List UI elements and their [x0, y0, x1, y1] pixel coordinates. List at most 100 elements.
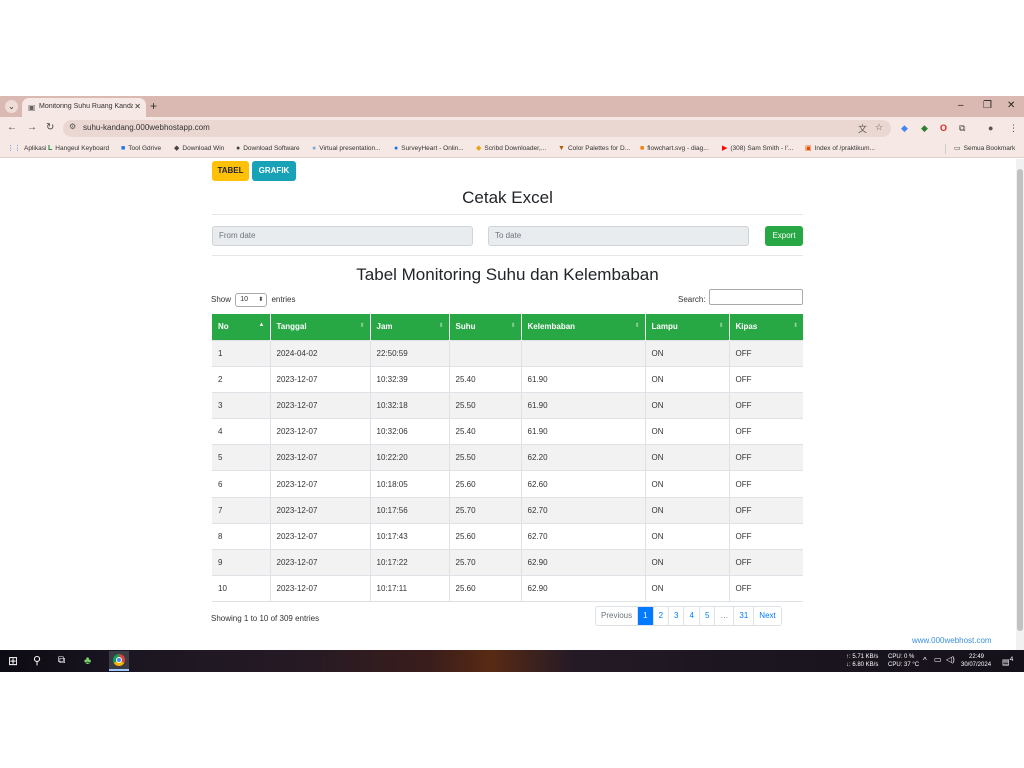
task-view-icon[interactable]: ⧉	[58, 654, 65, 668]
tab-search-icon[interactable]: ⌄	[5, 100, 18, 113]
forward-icon[interactable]: →	[27, 121, 37, 135]
column-header-jam[interactable]: Jam ⬍	[370, 314, 450, 340]
bookmark-item[interactable]: ▶ (308) Sam Smith - I'...	[722, 144, 793, 154]
cell-tanggal: 2023-12-07	[270, 548, 371, 576]
host-watermark[interactable]: www.000webhost.com	[912, 636, 992, 646]
extensions-puzzle-icon[interactable]: ⧉	[959, 122, 965, 134]
profile-avatar-icon[interactable]: ●	[988, 122, 993, 134]
bookmark-item[interactable]: ● Virtual presentation...	[312, 144, 381, 154]
restore-icon[interactable]: ❐	[983, 100, 992, 112]
notification-icon[interactable]: ▤4	[1002, 656, 1013, 667]
pagination-page-2[interactable]: 2	[654, 607, 670, 625]
entries-value: 10	[240, 296, 249, 303]
select-caret-icon: ⬍	[258, 297, 264, 303]
cell-lampu: ON	[645, 496, 730, 524]
divider	[212, 214, 803, 215]
cell-lampu: ON	[645, 365, 730, 393]
cell-no: 5	[212, 444, 271, 471]
show-hidden-icons-icon[interactable]: ^	[923, 657, 927, 665]
bookmark-item[interactable]: ● SurveyHeart - Onlin...	[394, 144, 464, 154]
bookmark-item[interactable]: ■ Tool Gdrive	[121, 144, 161, 154]
column-header-lampu[interactable]: Lampu ⬍	[645, 314, 730, 340]
sort-icon: ⬍	[634, 323, 640, 329]
browser-menu-icon[interactable]: ⋮	[1009, 122, 1018, 134]
close-window-icon[interactable]: ✕	[1007, 100, 1015, 112]
pagination-next[interactable]: Next	[754, 607, 780, 625]
bookmark-item[interactable]: ▣ Index of /praktikum...	[805, 144, 875, 154]
table-row: 2 2023-12-07 10:32:39 25.40 61.90 ON OFF	[212, 365, 803, 393]
cell-kipas: OFF	[729, 391, 803, 419]
address-url: suhu-kandang.000webhostapp.com	[83, 123, 210, 132]
net-upload-speed: ↑: 5.71 KB/s	[846, 654, 879, 660]
network-icon[interactable]: ▭	[934, 656, 942, 664]
search-input[interactable]	[709, 289, 803, 305]
cell-kelembaban: 62.60	[521, 470, 646, 498]
bookmark-item[interactable]: L Hangeul Keyboard	[48, 144, 109, 154]
bookmark-item[interactable]: ◆ Download Win	[174, 144, 224, 154]
bookmark-item[interactable]: ◆ Scribd Downloader,...	[476, 144, 546, 154]
table-row: 6 2023-12-07 10:18:05 25.60 62.60 ON OFF	[212, 470, 803, 498]
cpu-usage: CPU: 0 %	[888, 654, 915, 660]
entries-length-control: Show 10 ⬍ entries	[211, 293, 296, 307]
entries-select[interactable]: 10 ⬍	[235, 293, 268, 307]
cell-kelembaban: 62.20	[521, 444, 646, 471]
opera-extension-icon[interactable]: O	[940, 122, 947, 134]
cell-kipas: OFF	[729, 548, 803, 576]
table-row: 9 2023-12-07 10:17:22 25.70 62.90 ON OFF	[212, 548, 803, 576]
clock-date[interactable]: 30/07/2024	[961, 661, 991, 669]
pagination-page-31[interactable]: 31	[734, 607, 755, 625]
divider	[212, 255, 803, 256]
clock-time[interactable]: 22:49	[969, 653, 984, 661]
cell-kelembaban	[521, 339, 646, 367]
cell-suhu: 25.70	[449, 548, 522, 576]
pagination-previous[interactable]: Previous	[596, 607, 639, 625]
chrome-taskbar-icon[interactable]	[109, 651, 129, 671]
translate-icon[interactable]: 文	[858, 122, 867, 135]
extension-icon[interactable]: ◆	[921, 122, 928, 134]
bookmark-item[interactable]: ⋮⋮ Aplikasi	[7, 144, 46, 154]
pagination-page-1[interactable]: 1	[638, 607, 654, 625]
tab-close-icon[interactable]: ✕	[134, 102, 141, 111]
grafik-button[interactable]: GRAFIK	[252, 161, 296, 181]
cell-jam: 22:50:59	[370, 339, 450, 367]
reload-icon[interactable]: ↻	[46, 121, 54, 135]
scrollbar-thumb[interactable]	[1017, 169, 1023, 631]
volume-icon[interactable]: ◁)	[946, 656, 955, 664]
export-button[interactable]: Export	[765, 226, 803, 246]
search-icon[interactable]: ⚲	[33, 654, 41, 668]
bookmark-item[interactable]: ● Download Software	[236, 144, 300, 154]
clover-app-icon[interactable]: ♣	[84, 654, 91, 668]
monitoring-table: No ▲ Tanggal ⬍ Jam ⬍ Suhu ⬍ Kelembaban ⬍ Lamp…	[212, 314, 803, 603]
pagination: Previous 1 2 3 4 5 … 31 Next	[595, 606, 782, 626]
from-date-input[interactable]: From date	[212, 226, 473, 246]
column-header-tanggal[interactable]: Tanggal ⬍	[270, 314, 371, 340]
pagination-page-4[interactable]: 4	[684, 607, 700, 625]
column-header-suhu[interactable]: Suhu ⬍	[449, 314, 522, 340]
column-header-kelembaban[interactable]: Kelembaban ⬍	[521, 314, 646, 340]
bookmark-item[interactable]: ■ flowchart.svg - diag...	[640, 144, 709, 154]
column-header-no[interactable]: No ▲	[212, 314, 271, 340]
pagination-page-5[interactable]: 5	[700, 607, 716, 625]
bookmark-item[interactable]: ▼ Color Palettes for D...	[558, 144, 630, 154]
sort-icon: ⬍	[510, 323, 516, 329]
to-date-input[interactable]: To date	[488, 226, 749, 246]
cell-kelembaban: 61.90	[521, 418, 646, 445]
new-tab-icon[interactable]: +	[150, 99, 157, 113]
site-info-icon[interactable]: ⚙	[69, 122, 76, 131]
cell-lampu: ON	[645, 391, 730, 419]
minimize-icon[interactable]: –	[958, 100, 964, 112]
tabel-button[interactable]: TABEL	[212, 161, 249, 181]
all-bookmarks-folder[interactable]: ▭ Semua Bookmark	[945, 144, 1015, 154]
bookmark-star-icon[interactable]: ☆	[875, 122, 883, 133]
page-scrollbar[interactable]	[1016, 159, 1024, 650]
cell-jam: 10:22:20	[370, 444, 450, 471]
back-icon[interactable]: ←	[7, 121, 17, 135]
translate-extension-icon[interactable]: ◆	[901, 122, 908, 134]
pagination-page-3[interactable]: 3	[669, 607, 685, 625]
cell-no: 4	[212, 418, 271, 445]
windows-start-icon[interactable]: ⊞	[8, 654, 18, 668]
browser-tab[interactable]: ▣ Monitoring Suhu Ruang Kanda... ✕	[22, 98, 146, 117]
address-bar[interactable]: ⚙ suhu-kandang.000webhostapp.com 文 ☆	[63, 120, 891, 137]
column-header-kipas[interactable]: Kipas ⬍	[729, 314, 803, 340]
cell-suhu: 25.60	[449, 575, 522, 603]
